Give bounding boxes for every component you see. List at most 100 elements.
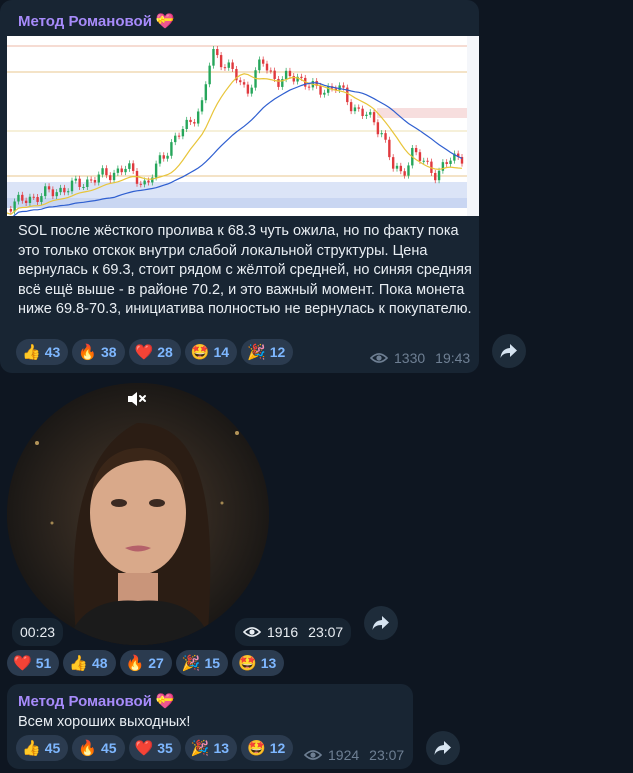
forward-button[interactable] — [364, 606, 398, 640]
chart-candle — [449, 160, 452, 164]
chart-candle — [181, 129, 185, 137]
fire-icon: 🔥 — [78, 740, 97, 757]
chart-price-scale — [467, 36, 479, 216]
chart-candle — [414, 147, 418, 153]
message-time: 23:07 — [369, 747, 405, 763]
chart-candle — [89, 179, 93, 181]
reaction-star-struck[interactable]: 🤩 13 — [232, 650, 285, 676]
chart-candle — [369, 112, 372, 115]
chart-candle — [273, 70, 276, 79]
reaction-party[interactable]: 🎉 15 — [175, 650, 229, 676]
reaction-count: 45 — [100, 740, 117, 756]
reactions-bar: 👍 45 🔥 45 ❤️ 35 🎉 13 🤩 12 — [16, 735, 294, 761]
heart-icon: ❤️ — [134, 740, 154, 757]
reaction-fire[interactable]: 🔥 27 — [119, 650, 172, 676]
reaction-count: 14 — [213, 344, 230, 360]
chart-candle — [223, 67, 227, 69]
video-message[interactable] — [7, 383, 269, 645]
chart-candle — [395, 165, 399, 169]
speaker-muted-icon — [128, 392, 146, 406]
reaction-heart[interactable]: ❤️ 35 — [128, 735, 181, 761]
chart-candle — [66, 191, 70, 193]
sender-name[interactable]: Метод Романовой 💝 — [18, 12, 175, 31]
chart-candle — [109, 175, 112, 181]
chart-candle — [28, 196, 32, 203]
chart-candle — [384, 133, 387, 140]
chart-candle — [399, 165, 403, 172]
chart-candle — [437, 170, 441, 181]
reaction-thumbs-up[interactable]: 👍 43 — [16, 339, 69, 365]
chart-candle — [162, 155, 165, 159]
forward-arrow-icon — [500, 344, 517, 358]
chart-candle — [227, 62, 230, 68]
chart-candle — [189, 119, 192, 123]
chart-candle — [32, 196, 35, 198]
chart-candle — [288, 70, 292, 77]
chart-candle — [21, 194, 24, 201]
chart-candle — [128, 163, 131, 169]
chart-candle — [44, 186, 47, 197]
message-text: Всем хороших выходных! — [18, 714, 191, 730]
chart-candle — [101, 168, 104, 175]
message-time: 23:07 — [308, 624, 344, 640]
chart-candle — [24, 200, 28, 203]
reaction-heart[interactable]: ❤️ 51 — [7, 650, 60, 676]
forward-button[interactable] — [492, 334, 526, 368]
message-text: SOL после жёсткого пролива к 68.3 чуть о… — [18, 223, 472, 317]
heart-icon: ❤️ — [13, 655, 32, 672]
reaction-star-struck[interactable]: 🤩 12 — [241, 735, 294, 761]
chart-candle — [353, 107, 357, 112]
reaction-heart[interactable]: ❤️ 28 — [128, 339, 181, 365]
chart-candle — [376, 122, 380, 135]
chart-candle — [158, 155, 162, 164]
reaction-count: 13 — [260, 655, 277, 671]
forward-arrow-icon — [434, 741, 451, 755]
reaction-party[interactable]: 🎉 13 — [184, 735, 238, 761]
duration-label: 00:23 — [20, 624, 56, 640]
chart-candle — [300, 76, 303, 78]
chart-candle — [193, 122, 196, 124]
reaction-count: 51 — [35, 655, 52, 671]
reaction-fire[interactable]: 🔥 45 — [72, 735, 125, 761]
reaction-count: 15 — [204, 655, 221, 671]
chart-image[interactable] — [7, 36, 479, 216]
reaction-star-struck[interactable]: 🤩 14 — [184, 339, 238, 365]
reaction-fire[interactable]: 🔥 38 — [72, 339, 125, 365]
heart-emoji-icon: 💝 — [155, 693, 175, 710]
reaction-thumbs-up[interactable]: 👍 48 — [63, 650, 116, 676]
fire-icon: 🔥 — [78, 344, 97, 361]
eye-icon — [304, 750, 322, 760]
forward-button[interactable] — [426, 731, 460, 765]
heart-icon: ❤️ — [134, 344, 154, 361]
chart-candle — [342, 85, 345, 88]
mute-toggle[interactable] — [126, 389, 148, 409]
chart-candle — [112, 172, 116, 181]
chart-candle — [326, 86, 330, 93]
eye-icon — [243, 627, 261, 637]
reaction-thumbs-up[interactable]: 👍 45 — [16, 735, 69, 761]
view-count: 1330 — [394, 350, 426, 366]
chart-candle — [403, 171, 406, 176]
chart-candle — [86, 179, 89, 187]
chart-candle — [284, 70, 288, 80]
reaction-party[interactable]: 🎉 12 — [241, 339, 294, 365]
thumbs-up-icon: 👍 — [22, 344, 41, 361]
chart-candle — [239, 80, 242, 83]
reaction-count: 48 — [91, 655, 108, 671]
star-struck-icon: 🤩 — [190, 344, 210, 361]
sender-name[interactable]: Метод Романовой 💝 — [18, 692, 175, 711]
chart-zone-lower — [7, 182, 467, 198]
chart-candle — [143, 180, 146, 185]
chart-candle — [277, 78, 280, 87]
chart-candle — [265, 63, 269, 71]
chart-candle — [426, 160, 429, 162]
chart-candle — [166, 155, 169, 159]
reaction-count: 43 — [44, 344, 61, 360]
chart-candle — [55, 192, 58, 197]
chart-candle — [97, 174, 100, 183]
chart-candle — [361, 108, 364, 117]
chart-candle — [434, 172, 437, 181]
chart-candle — [261, 59, 265, 64]
chart-candle — [185, 119, 188, 130]
candlestick-chart — [7, 36, 479, 216]
